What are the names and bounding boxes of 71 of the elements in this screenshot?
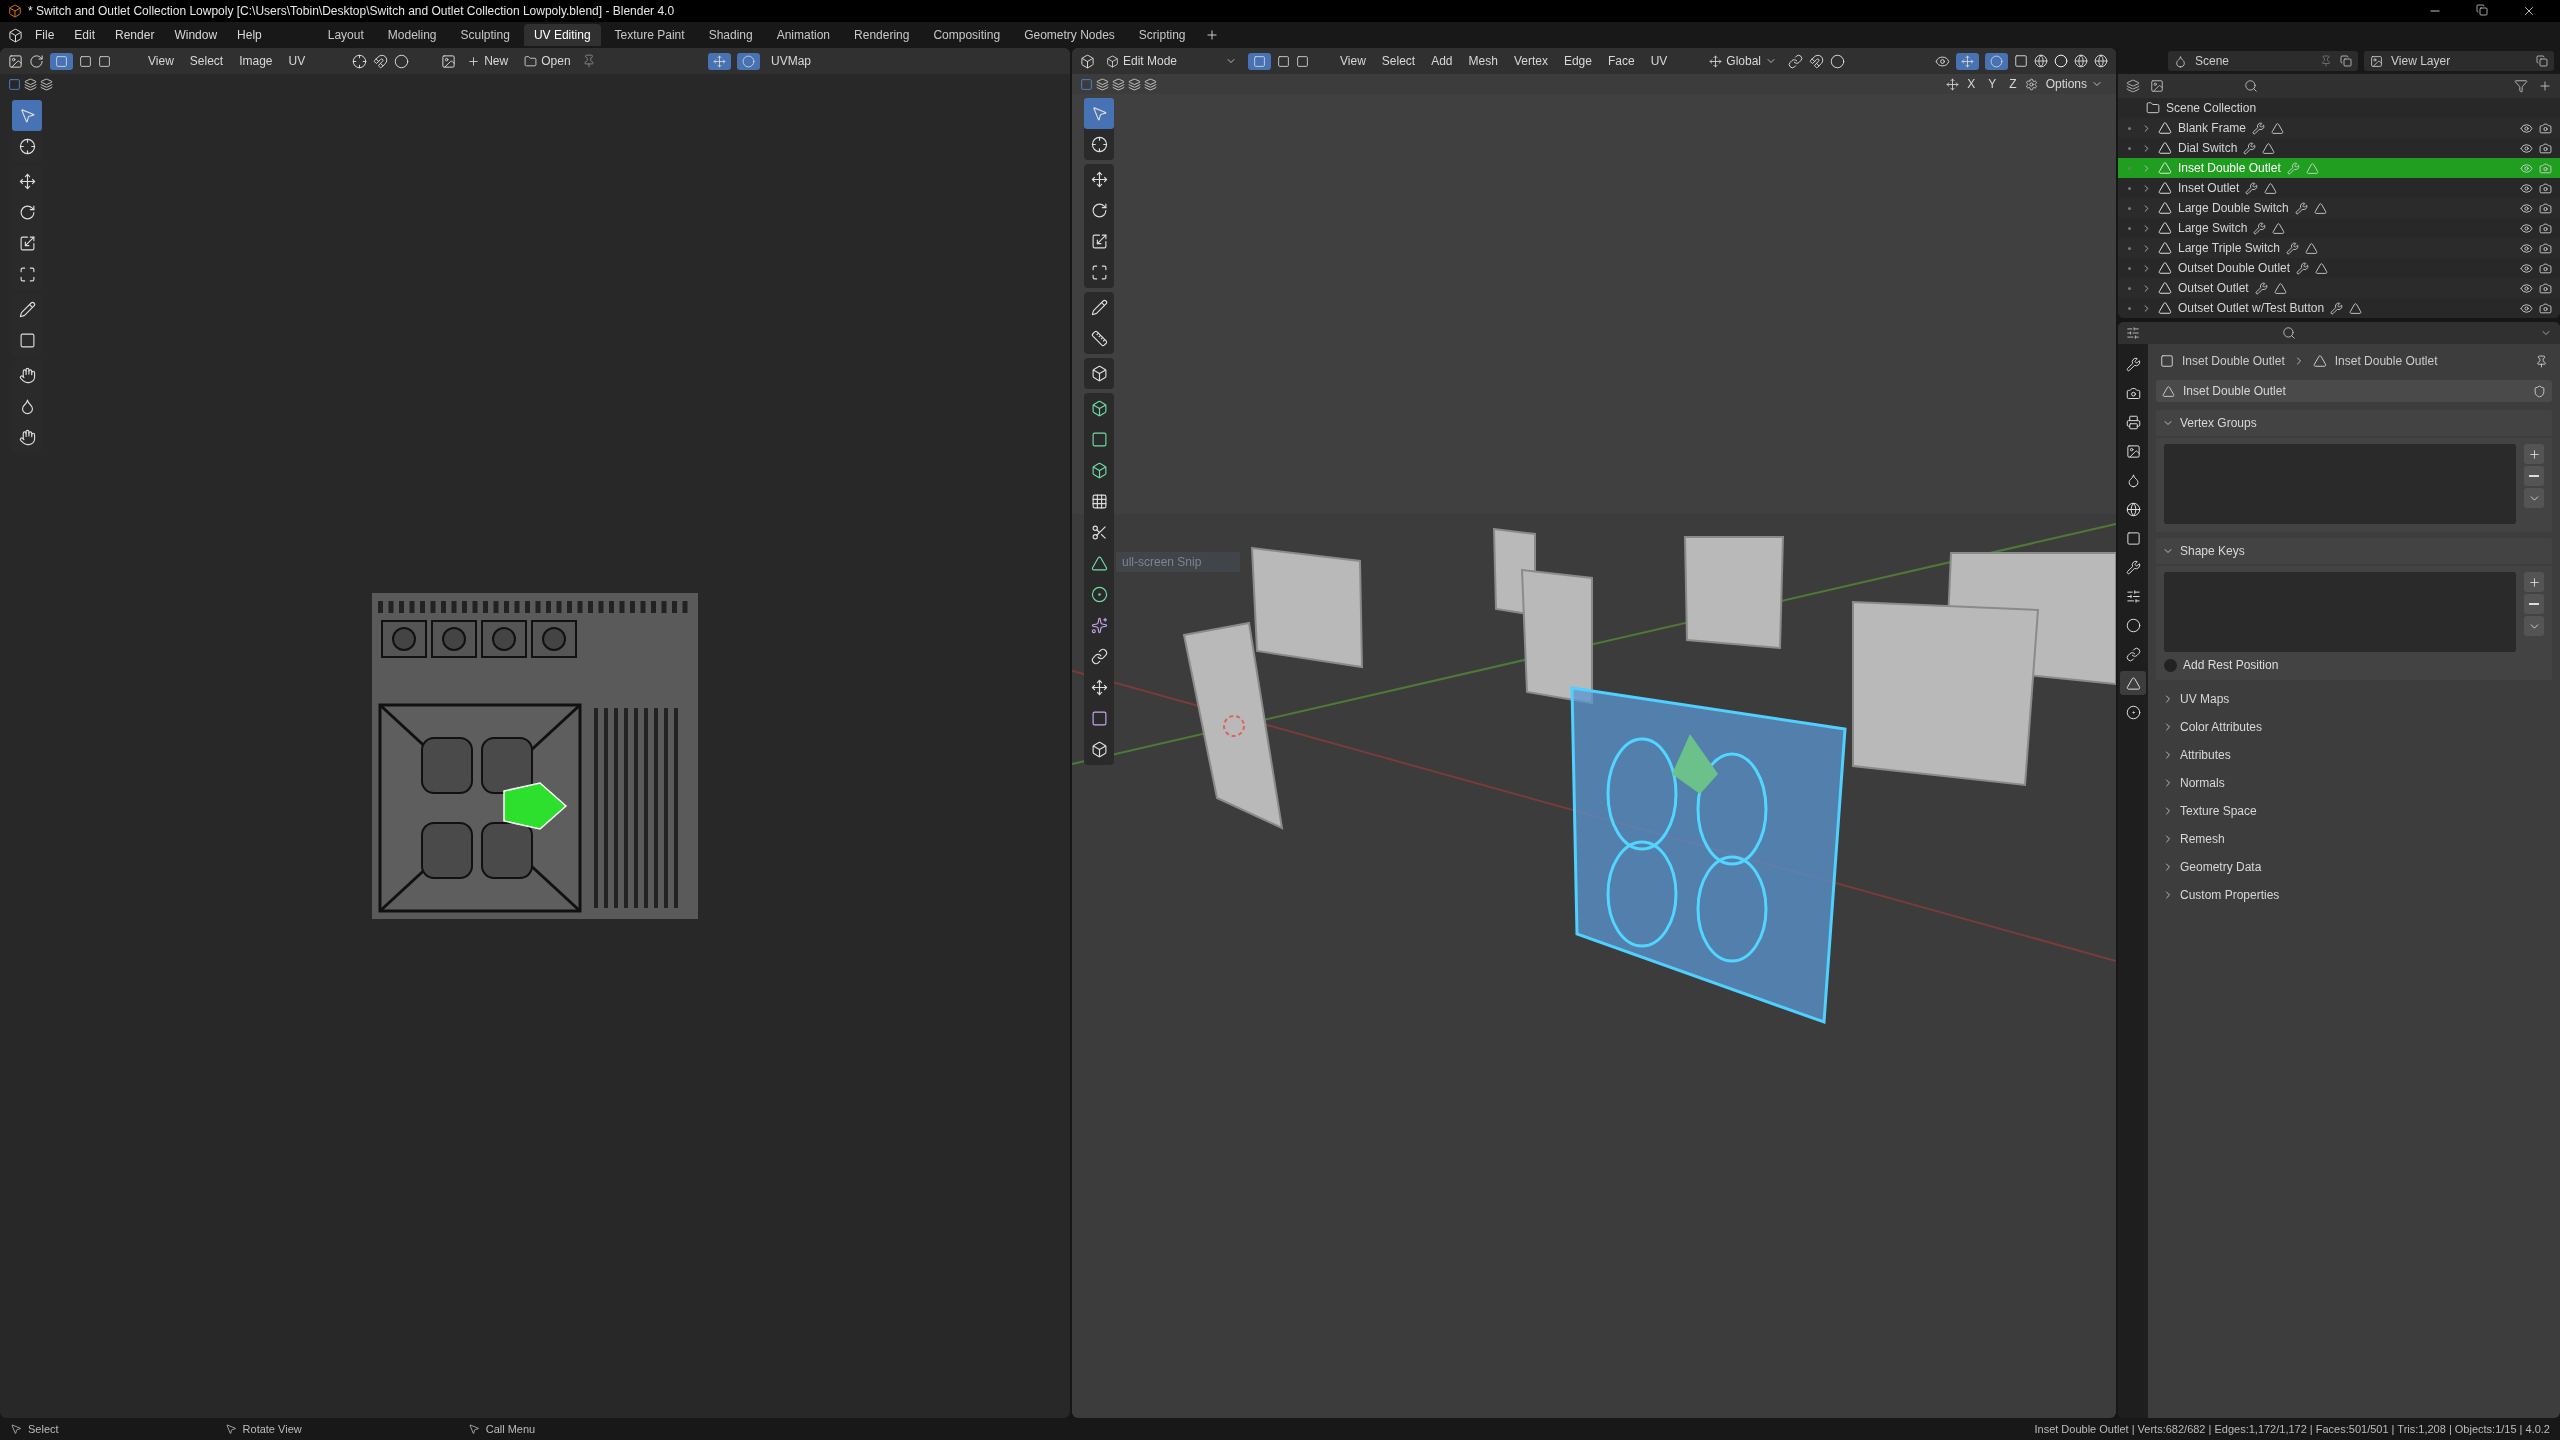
orientation-selector[interactable]: Global bbox=[1704, 52, 1782, 70]
panel-header[interactable]: Shape Keys bbox=[2156, 538, 2552, 564]
header-menu[interactable]: Edge bbox=[1558, 52, 1597, 70]
menu-item[interactable]: Help bbox=[229, 25, 270, 45]
object-name: Outset Outlet bbox=[2178, 281, 2249, 295]
object-name: Outset Outlet w/Test Button bbox=[2178, 301, 2325, 315]
header-menu[interactable]: Add bbox=[1426, 52, 1458, 70]
mode-selector[interactable]: Edit Mode bbox=[1101, 52, 1243, 70]
object-name: Large Triple Switch bbox=[2178, 241, 2281, 255]
breadcrumb: Inset Double Outlet bbox=[2182, 354, 2285, 368]
object-name: Inset Outlet bbox=[2178, 181, 2240, 195]
mesh-name-field[interactable]: Inset Double Outlet bbox=[2156, 380, 2552, 402]
workspace-tab[interactable]: Modeling bbox=[377, 24, 447, 46]
scene-selector[interactable]: Scene bbox=[2168, 51, 2358, 71]
panel-header[interactable]: Texture Space bbox=[2156, 798, 2552, 824]
status-hint: Rotate View bbox=[242, 1423, 302, 1435]
tree-item[interactable]: Scene Collection bbox=[2166, 101, 2257, 115]
status-hint: Select bbox=[28, 1423, 59, 1435]
header-menu[interactable]: Select bbox=[184, 52, 229, 70]
panel-header[interactable]: Custom Properties bbox=[2156, 882, 2552, 908]
menu-item[interactable]: Edit bbox=[66, 25, 104, 45]
panel-header[interactable]: Geometry Data bbox=[2156, 854, 2552, 880]
uv-map-selector[interactable]: UVMap bbox=[766, 52, 816, 70]
header-menu[interactable]: Face bbox=[1602, 52, 1640, 70]
mirror-axis-toggle[interactable]: Y bbox=[1983, 75, 2002, 93]
header-menu[interactable]: Mesh bbox=[1463, 52, 1503, 70]
menu-item[interactable]: Render bbox=[107, 25, 163, 45]
object-name: Large Double Switch bbox=[2178, 201, 2289, 215]
object-name: Outset Double Outlet bbox=[2178, 261, 2291, 275]
panel-header[interactable]: Attributes bbox=[2156, 742, 2552, 768]
header-menu[interactable]: View bbox=[1335, 52, 1371, 70]
workspace-tab[interactable]: Shading bbox=[698, 24, 763, 46]
panel-header[interactable]: UV Maps bbox=[2156, 686, 2552, 712]
checkbox-label: Add Rest Position bbox=[2183, 658, 2279, 672]
outliner-row[interactable]: Inset Double Outlet bbox=[2118, 158, 2560, 178]
header-menu[interactable]: Select bbox=[1376, 52, 1421, 70]
header-menu[interactable]: View bbox=[143, 52, 179, 70]
mirror-axis-toggle[interactable]: X bbox=[1962, 75, 1981, 93]
mirror-axis-toggle[interactable]: Z bbox=[2004, 75, 2022, 93]
window-title: * Switch and Outlet Collection Lowpoly [C:\Users\Tobin\Desktop\Switch and Outlet Collection Lowpoly.blend] - Blender 4.0 bbox=[28, 4, 675, 18]
object-name: Inset Double Outlet bbox=[2178, 161, 2281, 175]
options-menu[interactable]: Options bbox=[2040, 75, 2108, 93]
status-hint: Call Menu bbox=[485, 1423, 536, 1435]
panel-header[interactable]: Normals bbox=[2156, 770, 2552, 796]
header-menu[interactable]: UV bbox=[1645, 52, 1673, 70]
workspace-tab[interactable]: Layout bbox=[317, 24, 374, 46]
breadcrumb: Inset Double Outlet bbox=[2334, 354, 2438, 368]
object-name: Blank Frame bbox=[2178, 121, 2247, 135]
workspace-tab[interactable]: Animation bbox=[766, 24, 841, 46]
object-name: Dial Switch bbox=[2178, 141, 2238, 155]
new-image-button[interactable]: New bbox=[462, 52, 514, 70]
workspace-tab[interactable]: UV Editing bbox=[523, 24, 601, 46]
object-name: Large Switch bbox=[2178, 221, 2248, 235]
workspace-tab[interactable]: Geometry Nodes bbox=[1014, 24, 1125, 46]
workspace-tab[interactable]: Rendering bbox=[844, 24, 920, 46]
workspace-tab[interactable]: Scripting bbox=[1128, 24, 1196, 46]
header-menu[interactable]: UV bbox=[283, 52, 311, 70]
panel-header[interactable]: Vertex Groups bbox=[2156, 410, 2552, 436]
panel-header[interactable]: Color Attributes bbox=[2156, 714, 2552, 740]
scene-statistics: Inset Double Outlet | Verts:682/682 | Edges:1,172/1,172 | Faces:501/501 | Tris:1,208 | Objects:1/15 | 4.0.2 bbox=[2034, 1423, 2550, 1435]
view-layer-selector[interactable]: View Layer bbox=[2364, 51, 2554, 71]
header-menu[interactable]: Vertex bbox=[1508, 52, 1553, 70]
menu-item[interactable]: File bbox=[27, 25, 63, 45]
menu-item[interactable]: Window bbox=[166, 25, 226, 45]
tooltip: ull-screen Snip bbox=[1116, 552, 1240, 572]
open-image-button[interactable]: Open bbox=[519, 52, 576, 70]
workspace-tab[interactable]: Texture Paint bbox=[604, 24, 695, 46]
workspace-tab[interactable]: Compositing bbox=[923, 24, 1011, 46]
header-menu[interactable]: Image bbox=[234, 52, 278, 70]
workspace-tab[interactable]: Sculpting bbox=[450, 24, 520, 46]
panel-header[interactable]: Remesh bbox=[2156, 826, 2552, 852]
